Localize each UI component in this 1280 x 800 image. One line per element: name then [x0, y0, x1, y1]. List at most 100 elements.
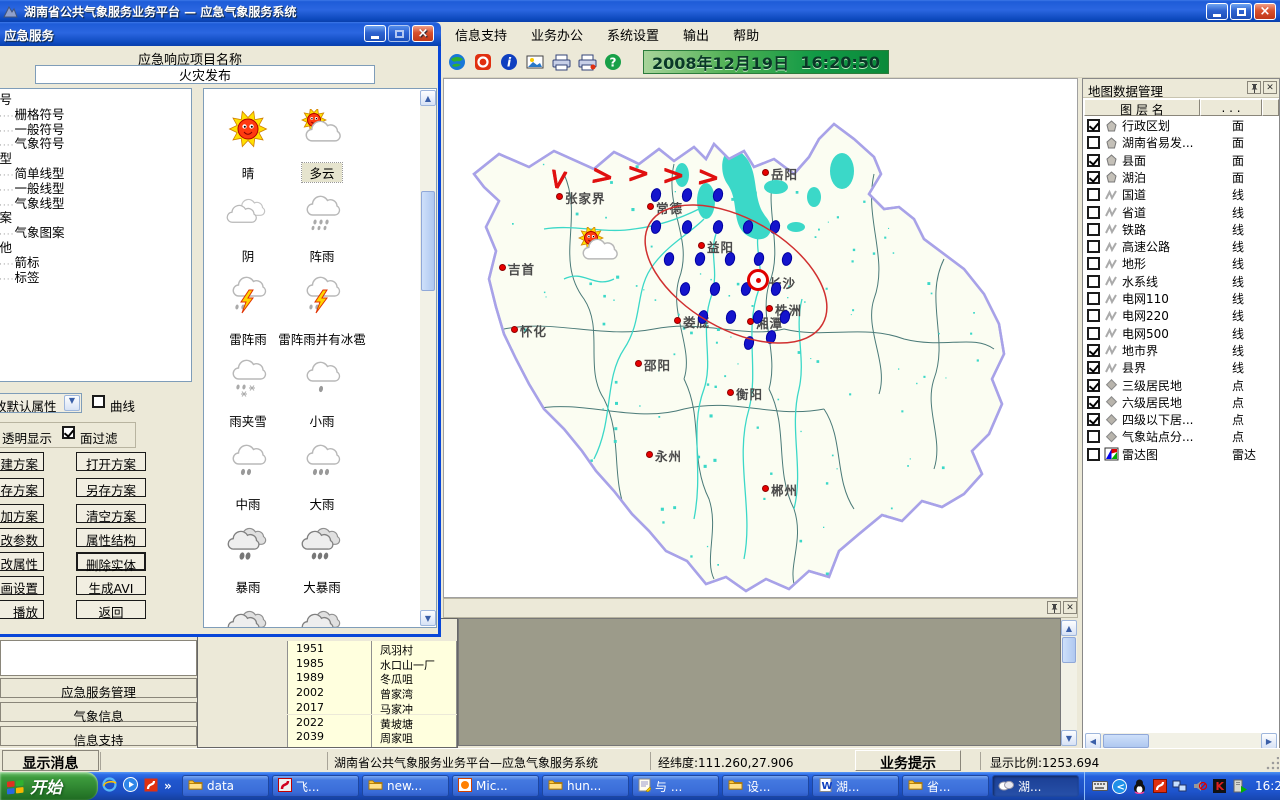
- globe-icon[interactable]: [447, 52, 467, 72]
- nav-button-2[interactable]: 信息支持: [0, 726, 197, 746]
- layer-row-12[interactable]: 电网500线: [1084, 325, 1278, 342]
- v-scroll-thumb[interactable]: [1062, 637, 1076, 663]
- layer-checkbox[interactable]: [1087, 275, 1100, 288]
- dialog-button-right-6[interactable]: 返回: [76, 600, 146, 619]
- layer-checkbox[interactable]: [1087, 327, 1100, 340]
- mute-tray-icon[interactable]: [1191, 778, 1208, 795]
- layer-row-15[interactable]: 三级居民地点: [1084, 377, 1278, 394]
- task-button-2[interactable]: new...: [362, 775, 449, 797]
- menu-item-2[interactable]: 系统设置: [595, 22, 671, 47]
- fetion-tray-icon[interactable]: [1151, 778, 1168, 795]
- layer-row-0[interactable]: 行政区划面: [1084, 117, 1278, 134]
- dialog-button-left-5[interactable]: 画设置: [0, 576, 44, 595]
- weather-icon-sun-cloud[interactable]: [299, 109, 345, 151]
- layer-checkbox[interactable]: [1087, 379, 1100, 392]
- close-button[interactable]: ×: [1254, 3, 1276, 20]
- layer-checkbox[interactable]: [1087, 257, 1100, 270]
- weather-icon-storm3[interactable]: [299, 523, 345, 565]
- record-icon[interactable]: [473, 52, 493, 72]
- weather-label[interactable]: 小雨: [262, 411, 382, 430]
- layer-row-8[interactable]: 地形线: [1084, 255, 1278, 272]
- tree-item-6[interactable]: ····一般线型: [0, 182, 191, 197]
- layer-checkbox[interactable]: [1087, 206, 1100, 219]
- layer-row-18[interactable]: 气象站点分...点: [1084, 428, 1278, 445]
- menu-item-3[interactable]: 输出: [671, 22, 721, 47]
- scroll-right-icon[interactable]: ▶: [1261, 733, 1277, 749]
- ie-icon[interactable]: [102, 777, 117, 795]
- v-scroll-track[interactable]: [420, 106, 436, 610]
- weather-label[interactable]: 大暴雨: [262, 577, 382, 596]
- dialog-button-left-4[interactable]: 改属性: [0, 552, 44, 571]
- dialog-button-left-1[interactable]: 存方案: [0, 478, 44, 497]
- dialog-button-right-5[interactable]: 生成AVI: [76, 576, 146, 595]
- weather-label[interactable]: 多云: [302, 163, 342, 182]
- layer-checkbox[interactable]: [1087, 430, 1100, 443]
- layer-col-header-extra[interactable]: [1262, 99, 1279, 116]
- tree-item-9[interactable]: ····气象图案: [0, 226, 191, 241]
- tree-item-12[interactable]: ····标签: [0, 271, 191, 286]
- table-row[interactable]: 2002曾家湾: [198, 685, 457, 700]
- weather-label[interactable]: 晴: [203, 163, 308, 182]
- weather-icon-rain2[interactable]: [225, 440, 271, 482]
- layer-row-14[interactable]: 县界线: [1084, 359, 1278, 376]
- table-row[interactable]: 1951凤羽村: [198, 641, 457, 656]
- task-button-6[interactable]: 设...: [722, 775, 809, 797]
- layer-row-16[interactable]: 六级居民地点: [1084, 394, 1278, 411]
- layer-checkbox[interactable]: [1087, 292, 1100, 305]
- symbol-tree[interactable]: 符号····栅格符号····一般符号····气象符号线型····简单线型····…: [0, 88, 192, 382]
- layer-checkbox[interactable]: [1087, 154, 1100, 167]
- dialog-button-left-3[interactable]: 改参数: [0, 528, 44, 547]
- weather-icon-rain1[interactable]: [299, 357, 345, 399]
- weather-icon-shower[interactable]: [299, 192, 345, 234]
- task-button-8[interactable]: 省...: [902, 775, 989, 797]
- weather-icon-sun[interactable]: [225, 109, 271, 151]
- layer-row-7[interactable]: 高速公路线: [1084, 238, 1278, 255]
- weather-icon-clouds[interactable]: [225, 192, 271, 234]
- weather-icon-tstorm[interactable]: [225, 275, 271, 317]
- weather-symbol-list[interactable]: ▲ ▼ 晴多云阴阵雨雷阵雨雷阵雨并有冰雹雨夹雪小雨中雨大雨暴雨大暴雨: [203, 88, 437, 628]
- weather-label[interactable]: 雷阵雨并有冰雹: [262, 329, 382, 348]
- weather-icon-storm3[interactable]: [299, 606, 345, 628]
- layer-checkbox[interactable]: [1087, 344, 1100, 357]
- server-tray-icon[interactable]: [1231, 778, 1248, 795]
- quick-launch-more-icon[interactable]: »: [164, 779, 172, 793]
- task-button-1[interactable]: 飞...: [272, 775, 359, 797]
- pin-icon[interactable]: [1247, 81, 1261, 94]
- weather-icon-sleet[interactable]: [225, 357, 271, 399]
- layer-checkbox[interactable]: [1087, 361, 1100, 374]
- layer-row-11[interactable]: 电网220线: [1084, 307, 1278, 324]
- tree-item-5[interactable]: ····简单线型: [0, 167, 191, 182]
- media-icon[interactable]: [123, 777, 138, 795]
- layer-row-13[interactable]: 地市界线: [1084, 342, 1278, 359]
- layer-checkbox[interactable]: [1087, 448, 1100, 461]
- dialog-button-left-2[interactable]: 加方案: [0, 504, 44, 523]
- table-row[interactable]: 1985水口山一厂: [198, 656, 457, 671]
- default-property-dropdown[interactable]: 改默认属性 ▼: [0, 393, 82, 413]
- layer-row-6[interactable]: 铁路线: [1084, 221, 1278, 238]
- layer-row-17[interactable]: 四级以下居...点: [1084, 411, 1278, 428]
- layer-row-3[interactable]: 湖泊面: [1084, 169, 1278, 186]
- layer-checkbox[interactable]: [1087, 413, 1100, 426]
- show-message-button[interactable]: 显示消息: [2, 750, 99, 771]
- dialog-button-left-6[interactable]: 播放: [0, 600, 44, 619]
- layer-checkbox[interactable]: [1087, 171, 1100, 184]
- layer-checkbox[interactable]: [1087, 240, 1100, 253]
- tree-item-7[interactable]: ····气象线型: [0, 197, 191, 212]
- task-button-4[interactable]: hun...: [542, 775, 629, 797]
- start-button[interactable]: 开始: [0, 772, 98, 800]
- task-button-7[interactable]: W湖...: [812, 775, 899, 797]
- weather-icon-storm2[interactable]: [225, 523, 271, 565]
- layer-row-2[interactable]: 县面面: [1084, 152, 1278, 169]
- dialog-button-right-2[interactable]: 清空方案: [76, 504, 146, 523]
- layer-checkbox[interactable]: [1087, 223, 1100, 236]
- layer-checkbox[interactable]: [1087, 396, 1100, 409]
- dialog-maximize-button[interactable]: [388, 25, 410, 42]
- scroll-down-icon[interactable]: ▼: [420, 610, 436, 626]
- h-scroll-thumb[interactable]: [1103, 734, 1149, 748]
- chevron-down-icon[interactable]: ▼: [64, 395, 80, 411]
- layer-row-5[interactable]: 省道线: [1084, 204, 1278, 221]
- menu-item-1[interactable]: 业务办公: [519, 22, 595, 47]
- weather-icon-storm2[interactable]: [225, 606, 271, 628]
- pin-icon[interactable]: [1047, 601, 1061, 614]
- scroll-up-icon[interactable]: ▲: [420, 90, 436, 106]
